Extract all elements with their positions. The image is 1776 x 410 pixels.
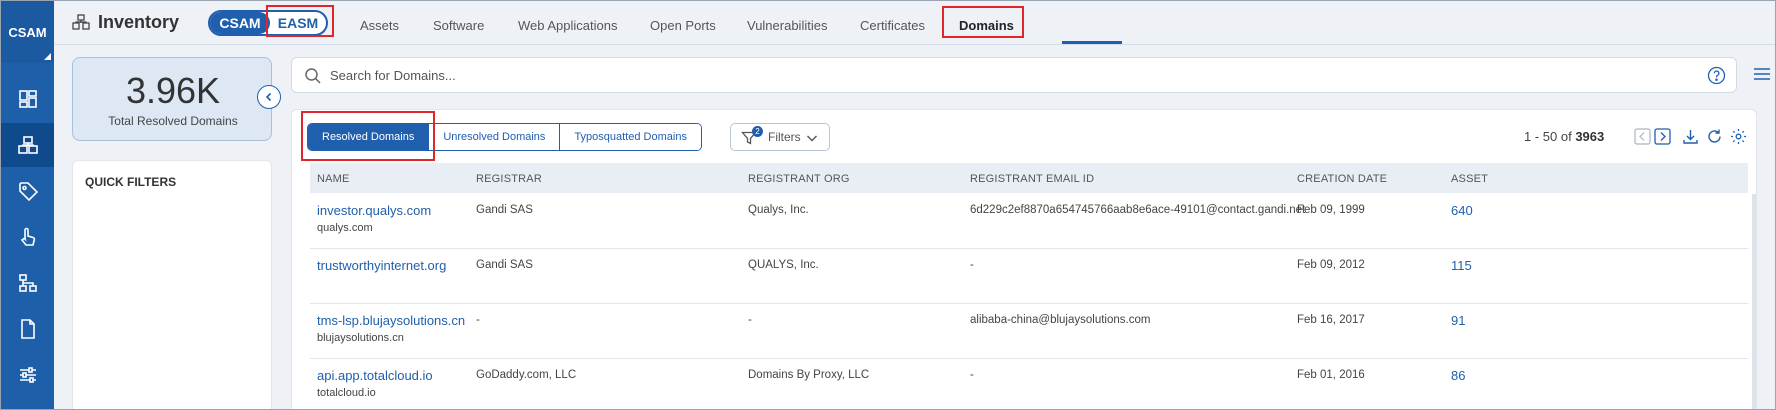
table-row[interactable]: trustworthyinternet.org Gandi SAS QUALYS… — [310, 249, 1748, 304]
page-title: Inventory — [98, 12, 180, 32]
stats-card: 3.96K Total Resolved Domains — [72, 57, 272, 141]
column-header-registrant-org[interactable]: REGISTRANT ORG — [748, 173, 850, 185]
highlight-box-domains — [942, 6, 1024, 38]
column-header-registrar[interactable]: REGISTRAR — [476, 173, 542, 185]
segment-unresolved-domains[interactable]: Unresolved Domains — [428, 124, 560, 150]
filters-button[interactable]: 2 Filters — [730, 123, 830, 151]
highlight-box-easm — [266, 5, 334, 37]
pagination-total: 3963 — [1575, 129, 1605, 144]
rail-inventory-icon[interactable] — [1, 123, 54, 167]
asset-count-link[interactable]: 640 — [1451, 203, 1473, 218]
stat-value: 3.96K — [125, 70, 221, 111]
column-header-registrant-email[interactable]: REGISTRANT EMAIL ID — [970, 173, 1094, 185]
tab-certificates[interactable]: Certificates — [860, 18, 925, 33]
rail-settings-sliders-icon[interactable] — [1, 353, 54, 397]
table-row[interactable]: api.app.totalcloud.io totalcloud.io GoDa… — [310, 359, 1748, 409]
chevron-left-icon — [265, 92, 272, 102]
table-header: NAME REGISTRAR REGISTRANT ORG REGISTRANT… — [310, 163, 1748, 193]
table-row[interactable]: investor.qualys.com qualys.com Gandi SAS… — [310, 194, 1748, 249]
segment-typosquatted-domains[interactable]: Typosquatted Domains — [559, 124, 701, 150]
app-logo-text: CSAM — [8, 24, 47, 40]
app-logo[interactable]: CSAM — [1, 1, 54, 63]
logo-menu-corner-icon — [44, 53, 51, 60]
creation-date-cell: Feb 09, 1999 — [1297, 204, 1365, 216]
search-icon — [305, 68, 321, 84]
tab-web-applications[interactable]: Web Applications — [518, 18, 618, 33]
tab-assets[interactable]: Assets — [360, 18, 399, 33]
domain-root: blujaysolutions.cn — [317, 332, 404, 344]
domain-name-link[interactable]: api.app.totalcloud.io — [317, 368, 433, 383]
registrant-email-cell: - — [970, 369, 974, 381]
inventory-icon — [72, 14, 90, 30]
domain-name-link[interactable]: investor.qualys.com — [317, 203, 431, 218]
download-icon[interactable] — [1682, 128, 1699, 145]
rail-topology-icon[interactable] — [1, 261, 54, 305]
filters-count-badge: 2 — [752, 126, 763, 137]
search-input[interactable] — [330, 65, 1630, 85]
column-header-name[interactable]: NAME — [317, 173, 350, 185]
registrar-cell: Gandi SAS — [476, 204, 533, 216]
help-icon[interactable] — [1707, 66, 1726, 85]
settings-gear-icon[interactable] — [1730, 128, 1747, 145]
next-page-icon[interactable] — [1654, 128, 1671, 145]
quick-filters-panel: QUICK FILTERS — [72, 160, 272, 409]
registrant-org-cell: - — [748, 314, 752, 326]
domain-root: qualys.com — [317, 222, 373, 234]
creation-date-cell: Feb 01, 2016 — [1297, 369, 1365, 381]
asset-count-link[interactable]: 91 — [1451, 313, 1465, 328]
highlight-box-resolved-domains — [301, 111, 435, 161]
collapse-panel-button[interactable] — [257, 85, 281, 109]
pagination-range: 1 - 50 of — [1524, 129, 1572, 144]
refresh-icon[interactable] — [1706, 128, 1723, 145]
filters-label: Filters — [768, 130, 801, 144]
domain-name-link[interactable]: trustworthyinternet.org — [317, 258, 446, 273]
registrar-cell: - — [476, 314, 480, 326]
registrant-org-cell: Qualys, Inc. — [748, 204, 809, 216]
registrant-email-cell: alibaba-china@blujaysolutions.com — [970, 314, 1151, 326]
chevron-down-icon — [807, 135, 817, 142]
domain-name-link[interactable]: tms-lsp.blujaysolutions.cn — [317, 313, 465, 328]
column-header-asset[interactable]: ASSET — [1451, 173, 1488, 185]
registrant-email-cell: - — [970, 259, 974, 271]
registrant-org-cell: Domains By Proxy, LLC — [748, 369, 870, 381]
asset-count-link[interactable]: 86 — [1451, 368, 1465, 383]
rail-response-icon[interactable] — [1, 215, 54, 259]
hamburger-menu-icon[interactable] — [1753, 67, 1771, 81]
registrant-org-cell: QUALYS, Inc. — [748, 259, 819, 271]
creation-date-cell: Feb 09, 2012 — [1297, 259, 1365, 271]
registrant-email-cell: 6d229c2ef8870a654745766aab8e6ace-49101@c… — [970, 204, 1306, 216]
app-rail: CSAM — [1, 1, 54, 409]
registrar-cell: GoDaddy.com, LLC — [476, 369, 577, 381]
domain-root: totalcloud.io — [317, 387, 376, 399]
creation-date-cell: Feb 16, 2017 — [1297, 314, 1365, 326]
quick-filters-title: QUICK FILTERS — [85, 175, 177, 189]
top-header: Inventory CSAM EASM Assets Software Web … — [54, 1, 1775, 45]
table-row[interactable]: tms-lsp.blujaysolutions.cn blujaysolutio… — [310, 304, 1748, 359]
rail-dashboard-icon[interactable] — [1, 77, 54, 121]
column-header-creation-date[interactable]: CREATION DATE — [1297, 173, 1387, 185]
toggle-csam[interactable]: CSAM — [210, 12, 270, 34]
tab-open-ports[interactable]: Open Ports — [650, 18, 716, 33]
registrar-cell: Gandi SAS — [476, 259, 533, 271]
asset-count-link[interactable]: 115 — [1451, 258, 1472, 273]
search-bar — [291, 57, 1737, 93]
tab-software[interactable]: Software — [433, 18, 484, 33]
prev-page-icon[interactable] — [1634, 128, 1651, 145]
active-tab-indicator — [1062, 41, 1122, 44]
tab-vulnerabilities[interactable]: Vulnerabilities — [747, 18, 827, 33]
rail-tag-icon[interactable] — [1, 169, 54, 213]
rail-reports-icon[interactable] — [1, 307, 54, 351]
stat-label: Total Resolved Domains — [108, 114, 238, 128]
pagination-summary: 1 - 50 of 3963 — [1524, 129, 1604, 144]
app-window: CSAM Inventory CSAM EASM Assets Software… — [0, 0, 1776, 410]
domains-content-panel: Resolved Domains Unresolved Domains Typo… — [291, 109, 1757, 409]
table-scrollbar[interactable] — [1752, 194, 1756, 409]
